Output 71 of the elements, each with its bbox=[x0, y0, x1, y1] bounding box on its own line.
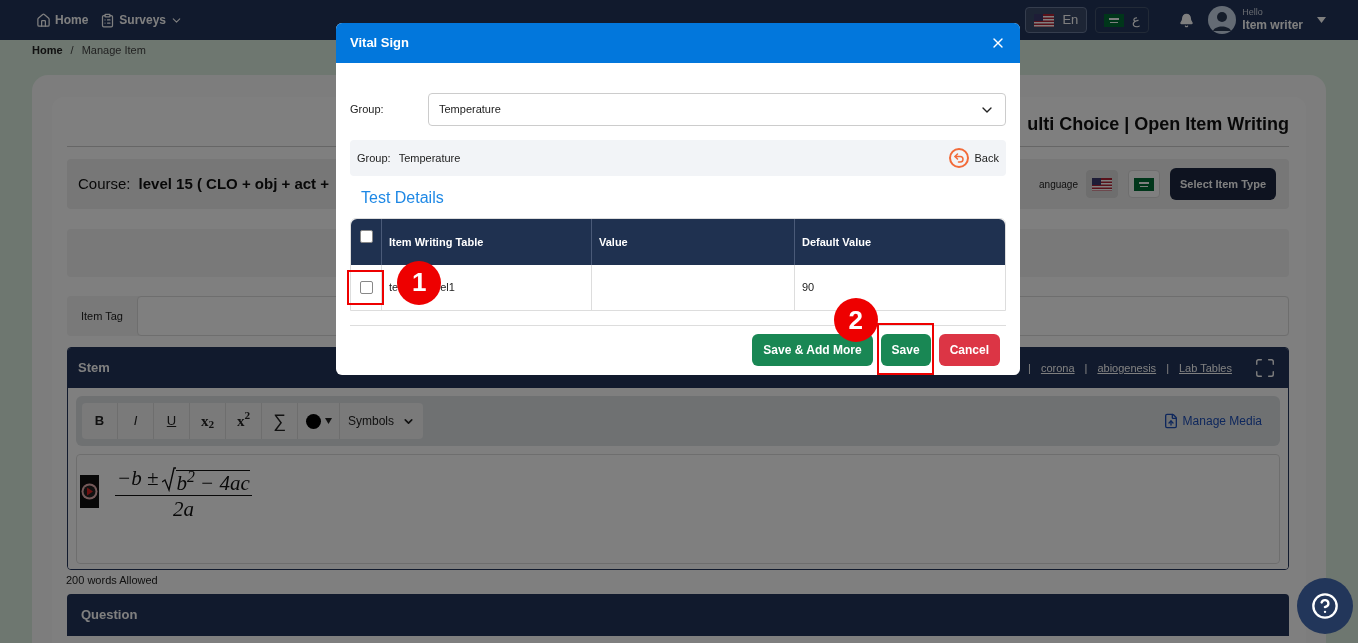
breadcrumb-item: Manage Item bbox=[81, 42, 146, 58]
help-button[interactable] bbox=[1297, 578, 1353, 634]
caret-icon[interactable] bbox=[1317, 17, 1326, 23]
caret-icon bbox=[324, 418, 332, 424]
symbols-dropdown[interactable]: Symbols bbox=[340, 403, 423, 439]
play-icon[interactable] bbox=[80, 475, 99, 508]
fullscreen-icon[interactable] bbox=[1254, 357, 1276, 379]
nav-link[interactable]: Home bbox=[36, 11, 89, 29]
page-title: ulti Choice | Open Item Writing bbox=[1027, 113, 1289, 136]
group-label: Group: bbox=[350, 102, 385, 118]
separator-text: | bbox=[1084, 360, 1088, 376]
radical-sign-icon bbox=[162, 466, 177, 493]
group-info-value: Temperature bbox=[398, 150, 461, 166]
language-flag-button[interactable] bbox=[1086, 170, 1118, 198]
column-header: Value bbox=[592, 219, 795, 265]
script-button[interactable]: x$_{2}$ bbox=[190, 403, 226, 439]
select-item-type-button[interactable]: Select Item Type bbox=[1170, 168, 1276, 200]
bold-button[interactable]: B bbox=[82, 403, 118, 439]
column-header: Default Value bbox=[801, 234, 873, 250]
bell-icon[interactable] bbox=[1179, 12, 1195, 28]
group-select[interactable]: Temperature bbox=[428, 93, 1006, 126]
group-info-label: Group: bbox=[357, 150, 391, 166]
editor-area[interactable]: −b ± b$^{2}$ − 4ac 2a bbox=[76, 454, 1280, 564]
saudi-flag-icon bbox=[1104, 13, 1125, 27]
checkbox[interactable] bbox=[359, 281, 373, 294]
manage-media-link[interactable]: Manage Media bbox=[1162, 412, 1262, 430]
checkbox[interactable] bbox=[359, 230, 373, 243]
course-name: level 15 ( CLO + obj + act + bbox=[138, 173, 330, 194]
cell-text: el1 bbox=[440, 280, 455, 296]
math-formula: −b ± b$^{2}$ − 4ac 2a bbox=[115, 465, 252, 522]
saudi-flag-icon bbox=[1134, 177, 1154, 191]
separator-text: | bbox=[1028, 360, 1031, 376]
cell-text: te bbox=[389, 280, 399, 296]
script-button[interactable]: x$^{2}$ bbox=[226, 403, 262, 439]
nav-link[interactable]: Surveys bbox=[100, 11, 184, 29]
us-flag-icon bbox=[1092, 177, 1112, 191]
stem-title: Stem bbox=[78, 359, 110, 378]
cancel-button[interactable]: Cancel bbox=[938, 334, 1000, 366]
us-flag-icon bbox=[1034, 13, 1055, 27]
user-name: Item writer bbox=[1242, 18, 1303, 34]
clipboard-icon bbox=[100, 12, 116, 28]
italic-button[interactable]: I bbox=[118, 403, 154, 439]
word-limit-text: 200 words Allowed bbox=[66, 573, 159, 588]
file-upload-icon bbox=[1162, 413, 1179, 429]
section-title: Test Details bbox=[360, 188, 445, 208]
separator-text: | bbox=[1166, 360, 1169, 376]
greeting-text: Hello bbox=[1242, 6, 1264, 19]
item-tag-label: Item Tag bbox=[80, 308, 124, 324]
dialog-title: Vital Sign bbox=[350, 34, 409, 53]
breadcrumb-item[interactable]: Home bbox=[32, 41, 63, 59]
back-icon bbox=[948, 148, 969, 168]
back-button[interactable]: Back bbox=[948, 148, 999, 168]
sum-button[interactable]: ∑ bbox=[262, 403, 298, 439]
language-label: anguage bbox=[1039, 177, 1078, 192]
question-title: Question bbox=[81, 605, 138, 624]
cell-text: 90 bbox=[802, 280, 815, 296]
language-button[interactable]: ع bbox=[1095, 7, 1150, 33]
underline-button[interactable]: U bbox=[154, 403, 190, 439]
avatar-icon[interactable] bbox=[1208, 6, 1237, 34]
language-button[interactable]: En bbox=[1025, 7, 1088, 33]
help-icon bbox=[1311, 592, 1339, 620]
reference-link[interactable]: Lab Tables bbox=[1179, 359, 1232, 377]
reference-link[interactable]: abiogenesis bbox=[1097, 359, 1157, 377]
home-icon bbox=[36, 12, 51, 28]
step-badge: 2 bbox=[833, 298, 878, 342]
language-flag-button[interactable] bbox=[1128, 170, 1160, 198]
course-label: Course: bbox=[78, 173, 131, 194]
reference-link[interactable]: corona bbox=[1040, 359, 1075, 377]
breadcrumb-item: / bbox=[70, 42, 74, 58]
save-button[interactable]: Save bbox=[880, 334, 931, 366]
save-and-add-more-button[interactable]: Save & Add More bbox=[752, 334, 873, 366]
